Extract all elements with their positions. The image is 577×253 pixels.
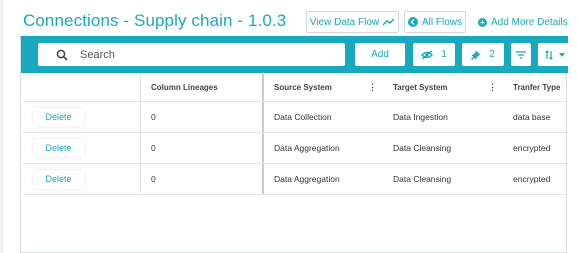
add-more-details-label: Add More Details xyxy=(491,16,568,28)
hidden-count: 1 xyxy=(441,49,447,60)
connections-page: Connections - Supply chain - 1.0.3 View … xyxy=(0,0,577,253)
all-flows-button[interactable]: All Flows xyxy=(404,11,466,33)
lineages-cell: 0 xyxy=(151,143,156,153)
source-cell: Data Collection xyxy=(262,102,383,132)
kebab-menu-icon[interactable]: ⋮ xyxy=(488,83,497,92)
lineages-cell: 0 xyxy=(151,112,156,122)
target-cell: Data Ingestion xyxy=(393,112,448,122)
pinned-columns-button[interactable]: 2 xyxy=(462,43,504,66)
search-input[interactable] xyxy=(80,48,330,61)
left-edge-strip xyxy=(0,0,3,253)
caret-down-icon xyxy=(559,52,565,57)
search-box xyxy=(38,43,345,66)
column-header-source-label: Source System xyxy=(274,83,332,92)
page-title: Connections - Supply chain - 1.0.3 xyxy=(23,11,287,30)
table-header: Column Lineages Source System ⋮ Target S… xyxy=(23,74,568,102)
table-row: Delete 0 Data Collection Data Ingestion … xyxy=(23,102,568,133)
view-data-flow-label: View Data Flow xyxy=(309,16,380,28)
delete-button[interactable]: Delete xyxy=(33,169,84,189)
eye-off-icon xyxy=(421,49,434,60)
connections-table: Column Lineages Source System ⋮ Target S… xyxy=(23,74,568,195)
column-header-type[interactable]: Tranfer Type xyxy=(503,74,568,101)
target-cell: Data Cleansing xyxy=(393,143,452,153)
type-cell: encrypted xyxy=(513,143,551,153)
type-cell: encrypted xyxy=(513,174,551,184)
all-flows-label: All Flows xyxy=(421,16,462,28)
pin-icon xyxy=(471,50,481,60)
table-toolbar: Add 1 2 xyxy=(21,36,572,73)
add-button[interactable]: Add xyxy=(355,43,405,66)
connections-card: Add 1 2 Column Lineages xyxy=(20,36,572,253)
table-row: Delete 0 Data Aggregation Data Cleansing… xyxy=(23,133,568,164)
hidden-columns-button[interactable]: 1 xyxy=(413,43,455,66)
chevron-left-circle-icon xyxy=(407,17,418,27)
column-header-source[interactable]: Source System ⋮ xyxy=(262,74,383,101)
filter-button[interactable] xyxy=(511,43,531,66)
column-header-target-label: Target System xyxy=(393,83,448,92)
sort-button[interactable] xyxy=(538,43,572,66)
delete-button[interactable]: Delete xyxy=(33,107,84,127)
view-data-flow-button[interactable]: View Data Flow xyxy=(306,11,399,33)
actions-cell: Delete xyxy=(23,164,141,194)
search-icon xyxy=(50,49,74,61)
add-more-details-button[interactable]: + Add More Details xyxy=(478,11,568,33)
lineages-cell: 0 xyxy=(151,174,156,184)
column-header-lineages[interactable]: Column Lineages xyxy=(141,74,262,101)
delete-button[interactable]: Delete xyxy=(33,138,84,158)
target-cell: Data Cleansing xyxy=(393,174,452,184)
type-cell: data base xyxy=(513,112,551,122)
trend-line-icon xyxy=(383,18,395,26)
column-header-lineages-label: Column Lineages xyxy=(151,83,218,92)
sort-arrows-icon xyxy=(545,49,553,60)
actions-cell: Delete xyxy=(23,133,141,163)
add-button-label: Add xyxy=(371,49,389,60)
column-header-target[interactable]: Target System ⋮ xyxy=(383,74,503,101)
plus-circle-icon: + xyxy=(478,17,487,27)
column-header-actions xyxy=(23,74,141,101)
pinned-count: 2 xyxy=(489,49,495,60)
source-cell: Data Aggregation xyxy=(262,164,383,194)
kebab-menu-icon[interactable]: ⋮ xyxy=(368,83,377,92)
filter-icon xyxy=(516,50,526,59)
actions-cell: Delete xyxy=(23,102,141,132)
column-header-type-label: Tranfer Type xyxy=(513,83,561,92)
source-cell: Data Aggregation xyxy=(262,133,383,163)
table-row: Delete 0 Data Aggregation Data Cleansing… xyxy=(23,164,568,195)
